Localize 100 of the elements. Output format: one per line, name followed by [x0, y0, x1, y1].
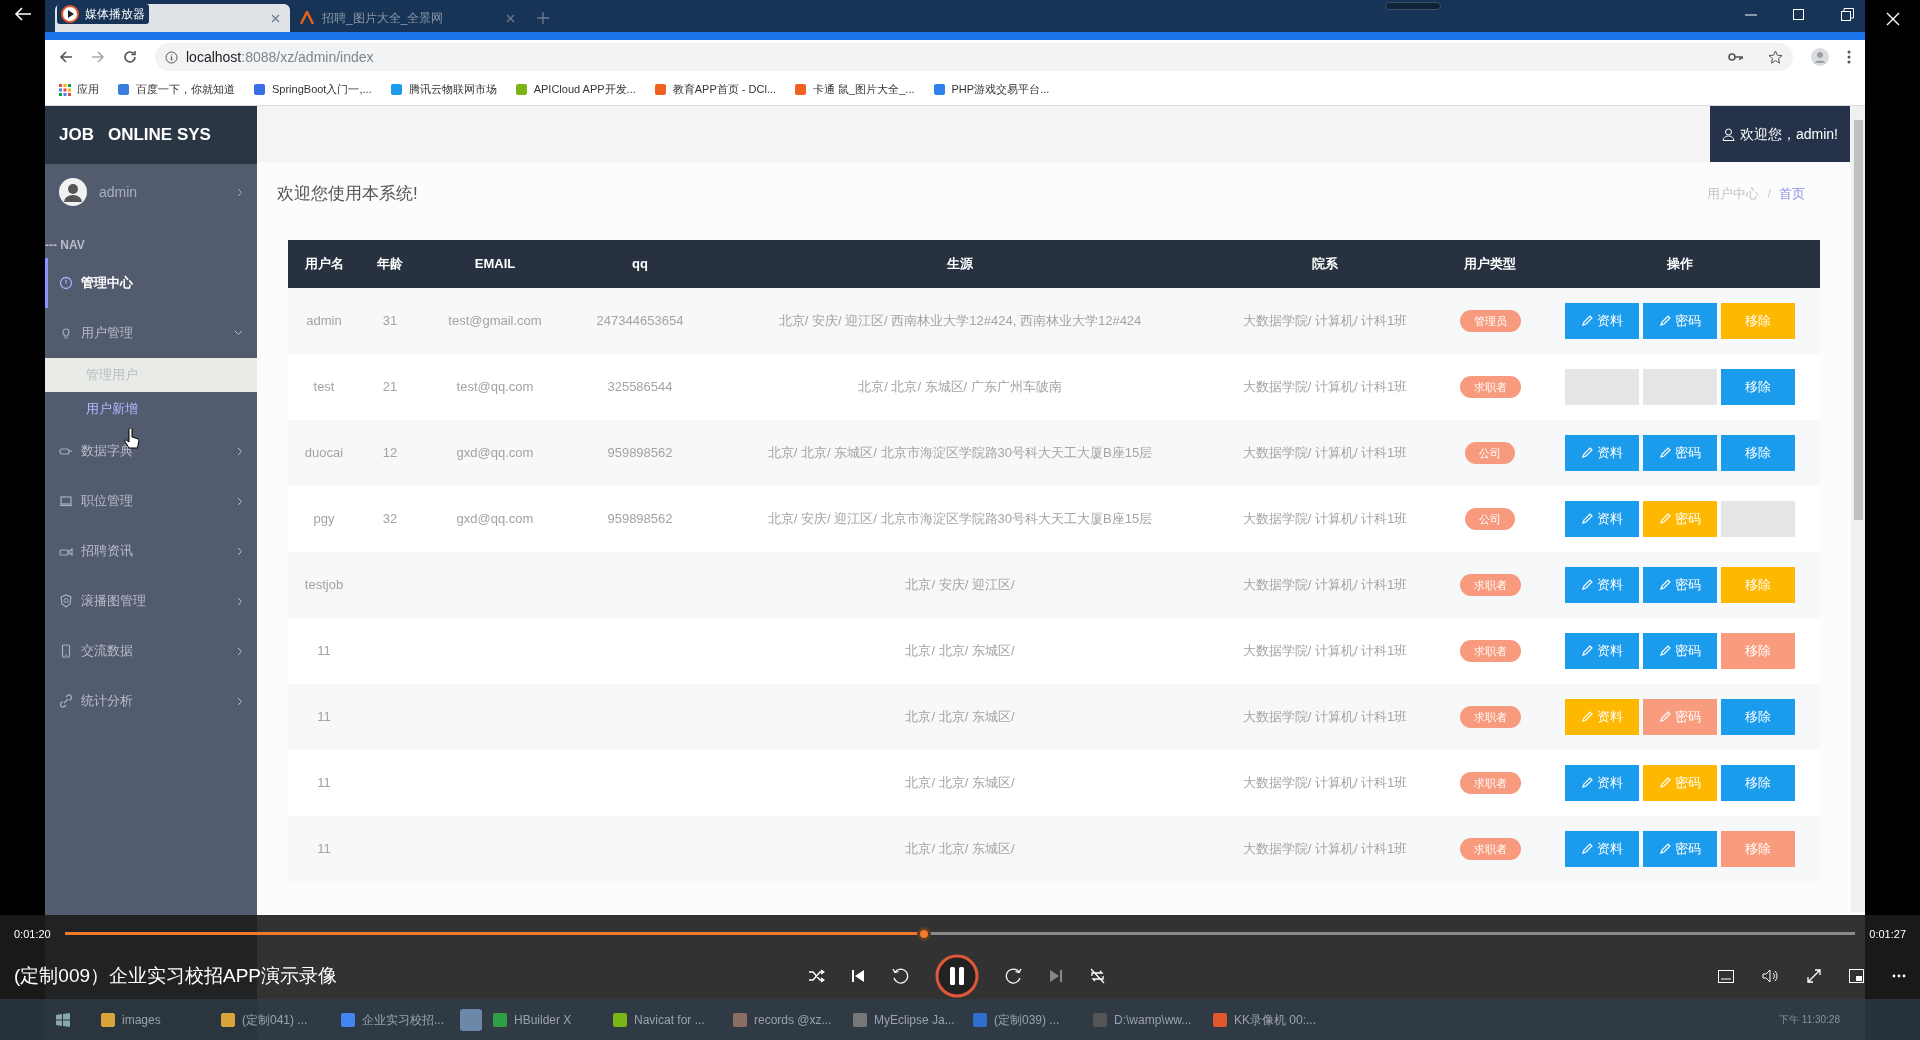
bookmark[interactable]: 应用 [59, 81, 99, 98]
table-cell: testjob [304, 577, 344, 593]
nav-heading: --- NAV [45, 237, 85, 254]
column-header: 年龄 [376, 255, 404, 274]
edit-button[interactable]: 资料 [1565, 303, 1639, 339]
maximize-icon[interactable] [1793, 9, 1804, 20]
bookmark[interactable]: PHP游戏交易平台... [932, 81, 1050, 98]
url-text: localhost:8088/xz/admin/index [186, 47, 375, 67]
pencil-icon [1659, 315, 1671, 327]
welcome-box[interactable]: 欢迎您，admin! [1709, 106, 1850, 162]
table-cell: 31 [382, 313, 398, 329]
column-header: 生源 [946, 255, 974, 274]
remove-button[interactable]: 移除 [1721, 633, 1795, 669]
edit-button[interactable]: 密码 [1643, 435, 1717, 471]
edit-button[interactable]: 资料 [1565, 567, 1639, 603]
bookmark[interactable]: 百度一下，你就知道 [117, 81, 235, 98]
shuffle-icon[interactable] [808, 969, 825, 983]
address-bar[interactable]: localhost:8088/xz/admin/index [155, 43, 1793, 71]
star-icon[interactable] [1768, 49, 1783, 65]
edit-button[interactable]: 资料 [1565, 501, 1639, 537]
edit-button[interactable]: 资料 [1565, 633, 1639, 669]
nav-item[interactable]: 统计分析 [45, 676, 257, 726]
nav-item[interactable]: 用户管理 [45, 308, 257, 358]
taskbar-app[interactable]: images [100, 1010, 210, 1029]
key-icon[interactable] [1728, 52, 1744, 62]
menu-icon[interactable] [1847, 50, 1851, 64]
nav-item[interactable]: 交流数据 [45, 626, 257, 676]
remove-button[interactable]: 移除 [1721, 435, 1795, 471]
remove-button[interactable]: 移除 [1721, 765, 1795, 801]
breadcrumb-link[interactable]: 首页 [1779, 184, 1805, 204]
rewind-icon[interactable] [891, 967, 909, 985]
avatar-icon[interactable] [1811, 48, 1829, 66]
user-type-badge: 求职者 [1459, 376, 1521, 398]
taskbar-app[interactable]: (定制041) ... [220, 1010, 330, 1029]
table-cell: gxd@qq.com [456, 445, 534, 461]
edit-button[interactable]: 密码 [1643, 567, 1717, 603]
taskbar-app[interactable]: Navicat for ... [612, 1010, 722, 1029]
bookmark[interactable]: 腾讯云物联网市场 [389, 81, 497, 98]
remove-button[interactable]: 移除 [1721, 699, 1795, 735]
taskbar-app[interactable]: records @xz... [732, 1010, 842, 1029]
edit-button[interactable]: 资料 [1565, 831, 1639, 867]
repeat-off-icon[interactable] [1089, 968, 1106, 984]
forward-icon[interactable] [1005, 967, 1023, 985]
user-name[interactable]: admin [99, 181, 225, 203]
remove-button[interactable]: 移除 [1721, 831, 1795, 867]
edit-button[interactable]: 密码 [1643, 699, 1717, 735]
volume-icon[interactable] [1762, 969, 1779, 983]
app-icon [340, 1011, 356, 1028]
fullscreen-icon[interactable] [1807, 969, 1821, 983]
nav-item[interactable]: 滚播图管理 [45, 576, 257, 626]
bookmark-favicon-icon [932, 83, 946, 96]
more-icon[interactable] [1892, 974, 1906, 978]
previous-icon[interactable] [851, 969, 865, 983]
edit-button[interactable]: 密码 [1643, 831, 1717, 867]
edit-button[interactable]: 密码 [1643, 633, 1717, 669]
back-arrow-icon[interactable] [13, 6, 32, 22]
subtitles-icon[interactable] [1718, 969, 1734, 983]
column-header: EMAIL [473, 255, 517, 274]
taskbar-app[interactable]: KK录像机 00:... [1212, 1010, 1322, 1029]
pencil-icon [1581, 447, 1593, 459]
bookmark[interactable]: 教育APP首页 - DCl... [653, 81, 777, 98]
reload-icon[interactable] [123, 50, 137, 64]
table-cell: 12 [382, 445, 398, 461]
nav-subitem[interactable]: 用户新增 [45, 392, 257, 426]
taskbar-app[interactable]: HBuilder X [492, 1010, 602, 1029]
pencil-icon [1659, 447, 1671, 459]
edit-button[interactable]: 资料 [1565, 765, 1639, 801]
new-tab-icon[interactable] [537, 12, 549, 24]
pencil-icon [1659, 711, 1671, 723]
taskbar-app[interactable]: D:\wamp\ww... [1092, 1010, 1202, 1029]
bookmark-favicon-icon [514, 83, 528, 96]
user-type-badge: 求职者 [1459, 574, 1521, 596]
restore-icon[interactable] [1841, 8, 1854, 21]
progress-thumb[interactable] [917, 927, 932, 941]
column-header: 操作 [1666, 255, 1694, 274]
remove-button[interactable]: 移除 [1721, 369, 1795, 405]
bookmark[interactable]: SpringBoot入门一,... [253, 81, 372, 98]
app-icon [1212, 1011, 1228, 1028]
edit-button[interactable]: 密码 [1643, 303, 1717, 339]
taskbar-app[interactable]: 企业实习校招... [340, 1010, 450, 1029]
bookmark[interactable]: 卡通 鼠_图片大全_... [794, 81, 915, 98]
browser-tab[interactable]: 招聘_图片大全_全景网 [290, 4, 525, 32]
progress-track[interactable] [64, 927, 1856, 941]
bookmark[interactable]: APICloud APP开发... [514, 81, 636, 98]
taskbar-app-icon[interactable] [460, 1008, 482, 1031]
nav-item[interactable]: 招聘资讯 [45, 526, 257, 576]
loading-pill [1385, 2, 1441, 10]
taskbar-app[interactable]: MyEclipse Ja... [852, 1010, 962, 1029]
next-icon[interactable] [1049, 969, 1063, 983]
nav-item[interactable]: 职位管理 [45, 476, 257, 526]
taskbar-app[interactable]: (定制039) ... [972, 1010, 1082, 1029]
back-icon[interactable] [59, 50, 73, 64]
windows-logo-icon[interactable] [56, 1012, 70, 1027]
scrollbar[interactable] [1851, 106, 1865, 912]
table-cell: gxd@qq.com [456, 511, 534, 527]
mini-player-icon[interactable] [1849, 969, 1864, 983]
edit-button[interactable]: 资料 [1565, 435, 1639, 471]
pause-icon[interactable] [935, 954, 979, 998]
browser-tab[interactable]: 媒体播放器 [55, 4, 290, 32]
elapsed-time: 0:01:20 [14, 926, 51, 942]
